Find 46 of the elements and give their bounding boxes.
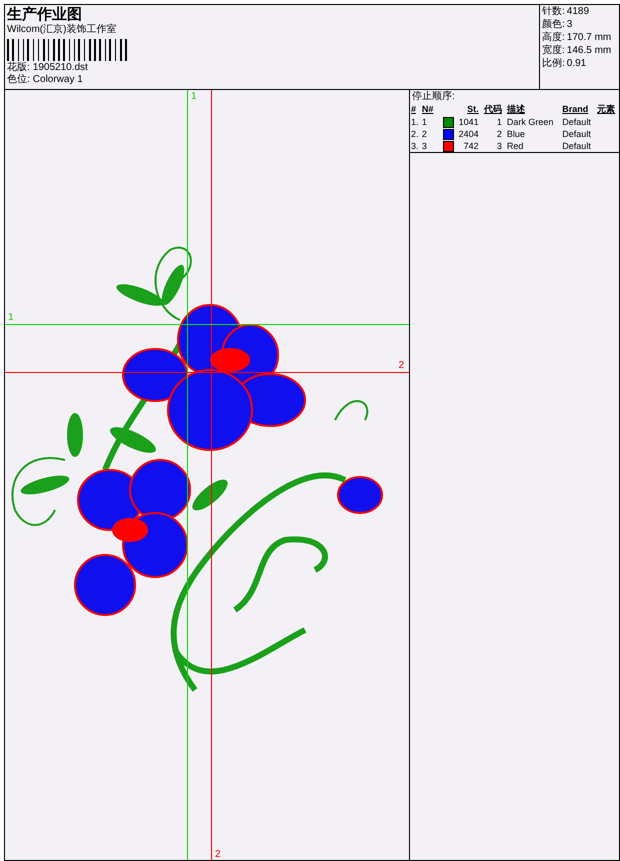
stat-label: 比例: [542, 57, 565, 70]
stat-label: 颜色: [542, 18, 565, 31]
guide-label: 2 [215, 849, 221, 860]
stat-label: 宽度: [542, 44, 565, 57]
table-cell-text: 2404 [458, 128, 479, 140]
column-header: 描述 [506, 103, 526, 116]
table-cell-text: Dark Green [506, 116, 554, 128]
guide-label: 1 [8, 312, 14, 323]
field-label: 色位: [7, 74, 30, 86]
table-cell-text: 1. [410, 116, 420, 128]
guide-label: 2 [398, 360, 404, 371]
column-header: # [410, 103, 418, 116]
table-cell-text: Default [561, 128, 592, 140]
stat-value: 146.5 mm [566, 44, 612, 57]
table-cell: 3 [420, 140, 436, 153]
column-header: 代码 [482, 103, 503, 116]
table-cell-text: 2 [420, 128, 428, 140]
stat-value: 4189 [566, 5, 590, 18]
table-cell-text: 1041 [458, 116, 479, 128]
table-cell: 3 [480, 140, 506, 153]
stat-value: 0.91 [566, 57, 586, 70]
table-cell: Default [561, 140, 596, 153]
field-value: Colorway 1 [32, 74, 83, 86]
table-cell-text: 1 [496, 116, 503, 128]
table-cell-text: 742 [462, 140, 479, 152]
column-header: St. [466, 103, 480, 116]
stat-value: 3 [566, 18, 572, 31]
column-header: Brand [561, 103, 590, 116]
stat-value: 170.7 mm [566, 31, 612, 44]
table-cell: 3. [410, 140, 421, 153]
table-cell: Red [506, 140, 562, 153]
sheet-title: 生产作业图 [7, 5, 83, 23]
table-cell-text: Default [561, 116, 592, 128]
company-name: Wilcom(汇京)装饰工作室 [7, 23, 118, 37]
stop-sequence-title: 停止顺序: [411, 90, 456, 103]
table-cell-text: Blue [506, 128, 526, 140]
column-header: 元素 [596, 103, 616, 116]
stat-label: 高度: [542, 31, 565, 44]
table-cell-text: 2 [496, 128, 503, 140]
guide-label: 1 [191, 91, 197, 102]
table-cell-text: 2. [410, 128, 420, 140]
field-value: 1905210.dst [32, 62, 88, 74]
table-cell-text: 1 [420, 116, 428, 128]
field-label: 花版: [7, 62, 30, 74]
column-header: N# [420, 103, 434, 116]
stat-label: 针数: [542, 5, 565, 18]
